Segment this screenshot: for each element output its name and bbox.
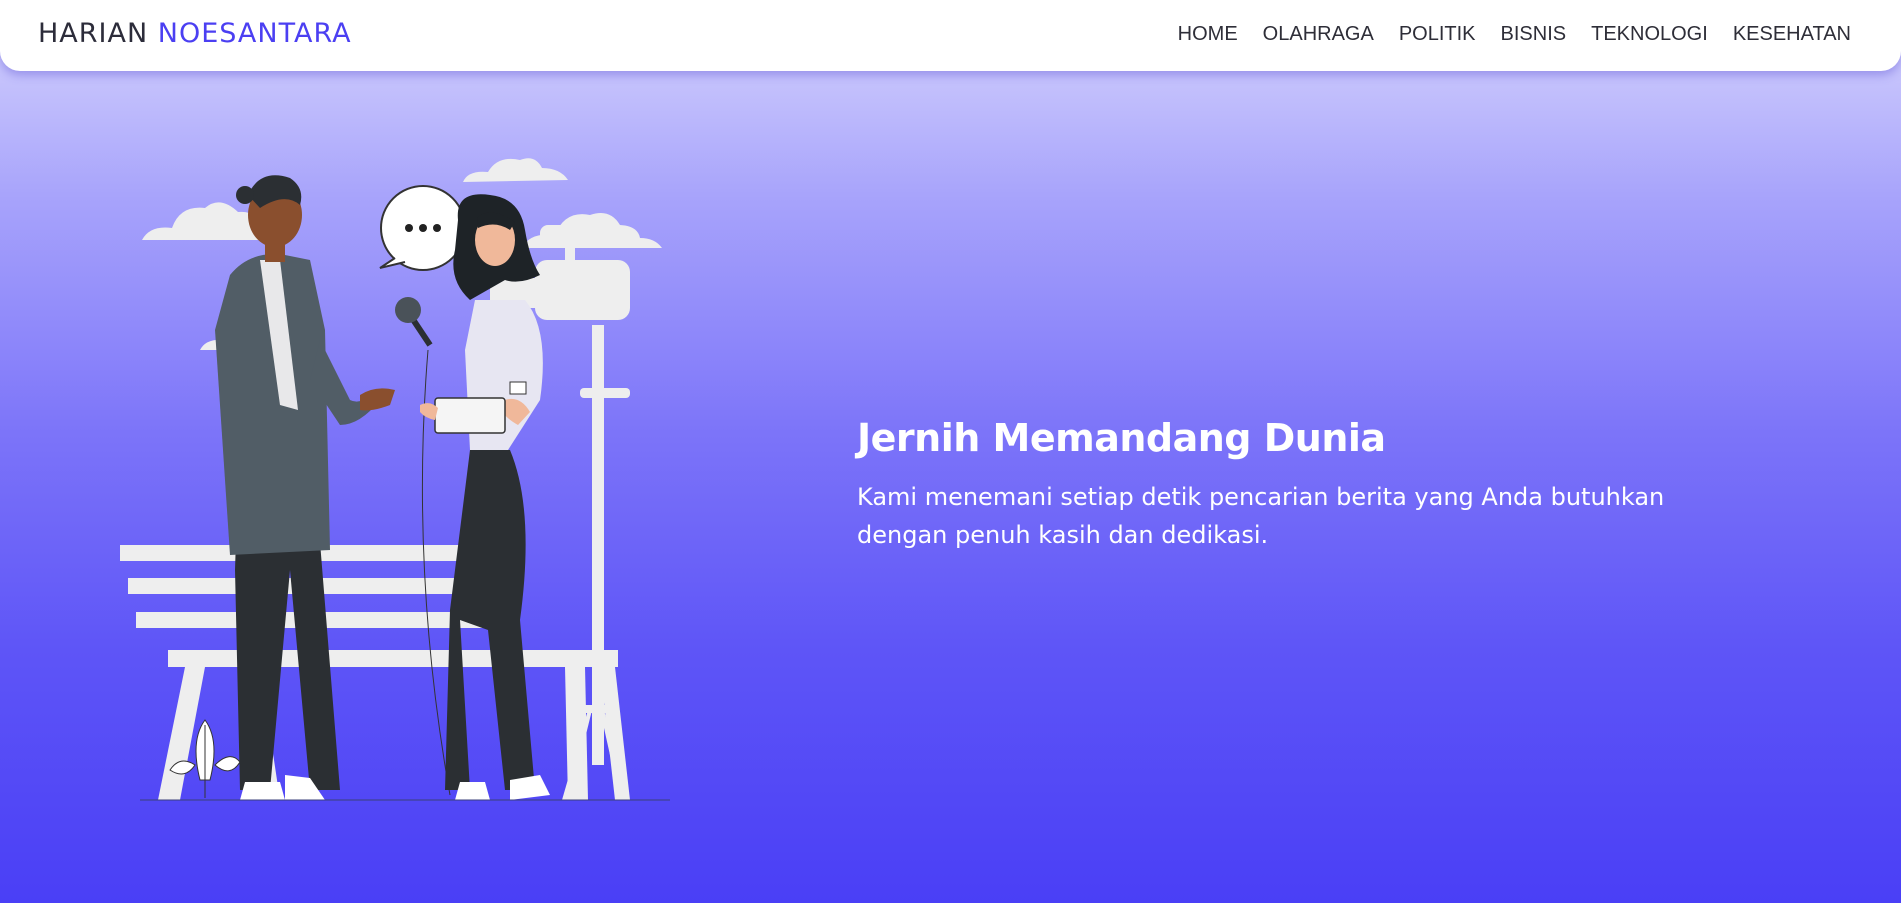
nav-politik[interactable]: POLITIK: [1399, 23, 1476, 46]
man-figure: [215, 175, 395, 800]
nav-bisnis[interactable]: BISNIS: [1501, 23, 1567, 46]
logo-text-noesantara: NOESANTARA: [157, 18, 352, 49]
nav-home[interactable]: HOME: [1178, 23, 1238, 46]
nav-olahraga[interactable]: OLAHRAGA: [1263, 23, 1374, 46]
nav-kesehatan[interactable]: KESEHATAN: [1733, 23, 1851, 46]
speech-bubble-icon: [379, 185, 466, 271]
main-nav: HOME OLAHRAGA POLITIK BISNIS TEKNOLOGI K…: [1178, 0, 1851, 68]
site-logo[interactable]: HARIAN NOESANTARA: [38, 14, 352, 54]
nav-teknologi[interactable]: TEKNOLOGI: [1591, 23, 1708, 46]
journalist-interview-illustration: [120, 158, 670, 801]
hero-title: Jernih Memandang Dunia: [857, 416, 1386, 460]
hero-section: Jernih Memandang Dunia Kami menemani set…: [857, 410, 1817, 554]
logo-text-harian: HARIAN: [38, 18, 149, 49]
hero-subtitle: Kami menemani setiap detik pencarian ber…: [857, 483, 1665, 549]
top-navbar: HARIAN NOESANTARA HOME OLAHRAGA POLITIK …: [0, 0, 1901, 71]
